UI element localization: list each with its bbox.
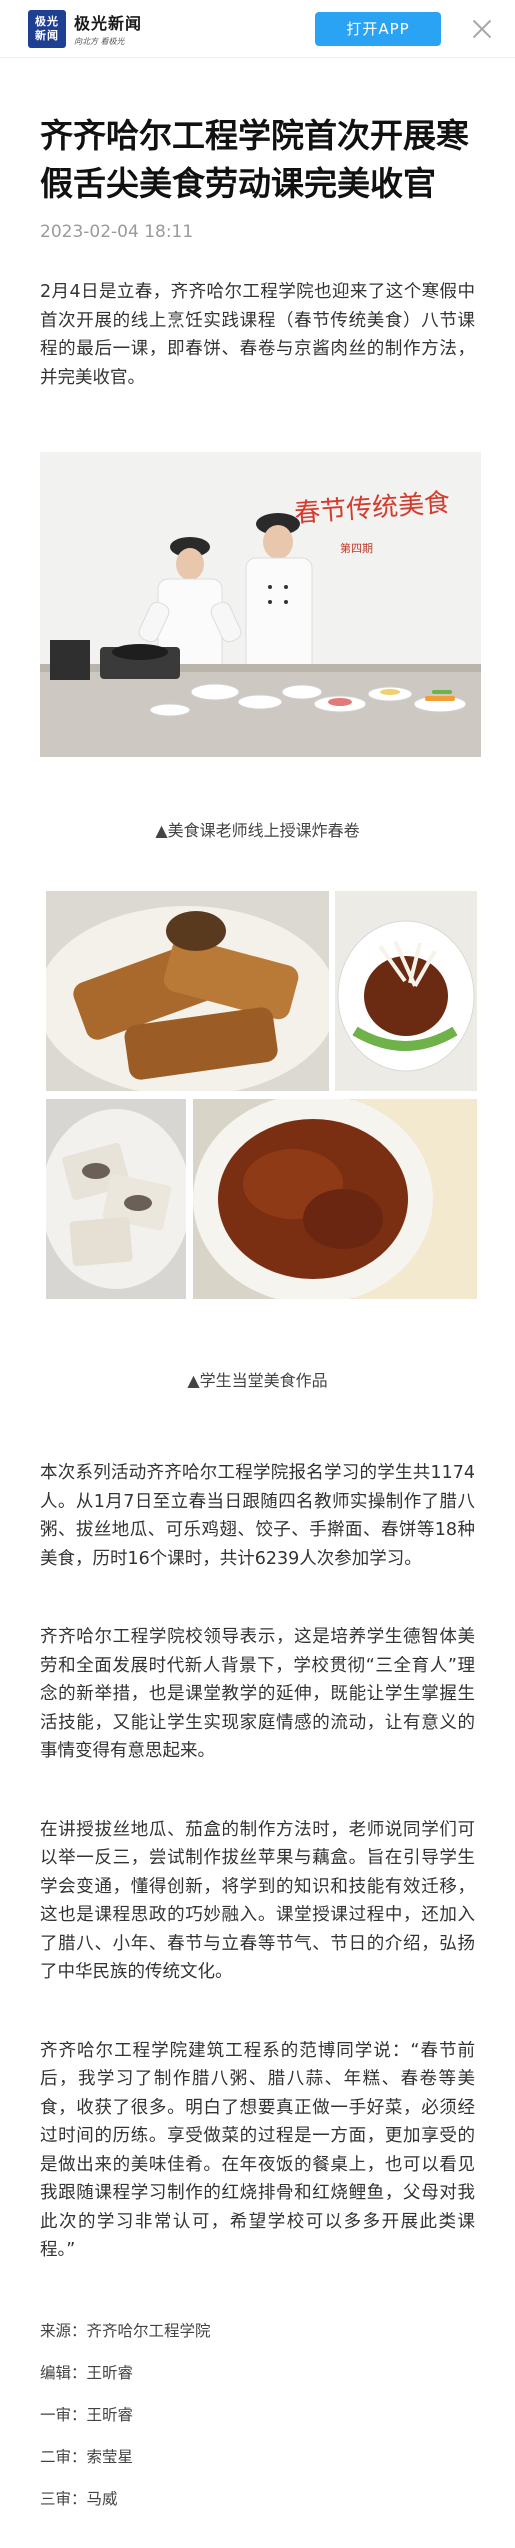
credit-source: 来源：齐齐哈尔工程学院	[40, 2321, 211, 2340]
paragraph-stats: 本次系列活动齐齐哈尔工程学院报名学习的学生共1174人。从1月7日至立春当日跟随…	[40, 1463, 475, 1569]
cooking-class-photo[interactable]: 春节传统美食 第四期	[40, 452, 481, 757]
paragraph-intro: 2月4日是立春，齐齐哈尔工程学院也迎来了这个寒假中首次开展的线上烹饪实践课程（春…	[40, 282, 475, 388]
article-body: 齐齐哈尔工程学院首次开展寒假舌尖美食劳动课完美收官 2023-02-04 18:…	[0, 112, 515, 2520]
credit-review-1: 一审：王昕睿	[40, 2405, 134, 2424]
logo-slogan: 向北方 看极光	[74, 37, 125, 46]
paragraph-leadership: 齐齐哈尔工程学院校领导表示，这是培养学生德智体美劳和全面发展时代新人背景下，学校…	[40, 1627, 475, 1761]
shredded-pork-illustration-1	[335, 891, 477, 1091]
shredded-pork-photo-2	[193, 1099, 477, 1299]
logo-name: 极光新闻	[74, 14, 143, 33]
credit-editor: 编辑：王昕睿	[40, 2363, 134, 2382]
logo-mark-text: 极光新闻	[35, 14, 59, 42]
logo-mark: 极光新闻	[28, 9, 66, 48]
spring-rolls-illustration	[46, 891, 329, 1091]
paragraph-student-quote: 齐齐哈尔工程学院建筑工程系的范博同学说：“春节前后，我学习了制作腊八粥、腊八蒜、…	[40, 2040, 475, 2261]
app-logo[interactable]: 极光新闻 极光新闻 向北方 看极光	[28, 9, 142, 48]
logo-text: 极光新闻 向北方 看极光	[74, 10, 142, 47]
student-dishes-collage[interactable]	[40, 891, 481, 1303]
credit-review-2: 二审：索莹星	[40, 2447, 134, 2466]
article-credits: 来源：齐齐哈尔工程学院 编辑：王昕睿 一审：王昕睿 二审：索莹星 三审：马威	[40, 2310, 475, 2520]
cooking-class-illustration: 春节传统美食 第四期	[40, 452, 481, 757]
page: 极光新闻 极光新闻 向北方 看极光 打开APP 齐齐哈尔工程学院首次开展寒假舌尖…	[0, 0, 515, 2548]
photo-caption-2: ▲学生当堂美食作品	[187, 1371, 328, 1390]
open-app-button[interactable]: 打开APP	[315, 11, 441, 46]
top-bar: 极光新闻 极光新闻 向北方 看极光 打开APP	[0, 0, 515, 58]
shredded-pork-photo-1	[335, 891, 477, 1091]
publish-date: 2023-02-04 18:11	[40, 222, 194, 242]
credit-review-3: 三审：马威	[40, 2489, 118, 2508]
spring-pancakes-photo	[46, 1099, 186, 1299]
banner-sub: 第四期	[340, 541, 373, 555]
close-icon[interactable]	[469, 16, 495, 42]
spring-pancakes-illustration	[46, 1099, 186, 1299]
paragraph-teaching: 在讲授拔丝地瓜、茄盒的制作方法时，老师说同学们可以举一反三，尝试制作拔丝苹果与藕…	[40, 1819, 475, 1983]
photo-caption-1: ▲美食课老师线上授课炸春卷	[155, 821, 360, 840]
shredded-pork-illustration-2	[193, 1099, 477, 1299]
spring-rolls-photo	[46, 891, 329, 1091]
article-title: 齐齐哈尔工程学院首次开展寒假舌尖美食劳动课完美收官	[40, 116, 469, 203]
